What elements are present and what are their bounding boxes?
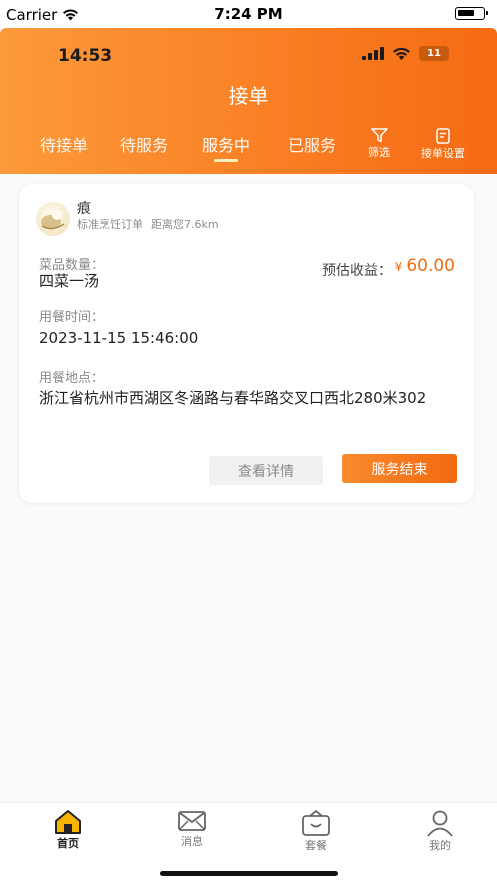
avatar xyxy=(36,202,70,236)
tabbar-packages-label: 套餐 xyxy=(305,839,327,852)
home-indicator xyxy=(159,871,338,876)
wifi-icon xyxy=(393,47,410,60)
order-settings-label: 接单设置 xyxy=(421,147,465,160)
filter-button[interactable]: 筛选 xyxy=(368,128,390,160)
order-settings-button[interactable]: 接单设置 xyxy=(421,128,465,161)
avatar-illustration xyxy=(41,210,65,230)
tabbar-packages[interactable]: 套餐 xyxy=(286,809,346,853)
filter-icon xyxy=(370,128,388,143)
tab-pending-service[interactable]: 待服务 xyxy=(120,132,168,156)
view-details-button[interactable]: 查看详情 xyxy=(209,456,323,485)
order-status-tabs: 待接单 待服务 服务中 已服务 筛选 接单设置 xyxy=(0,128,497,168)
home-icon xyxy=(55,810,81,834)
simulator-status-bar: Carrier 7:24 PM xyxy=(0,0,497,28)
tabbar-profile-label: 我的 xyxy=(429,839,451,852)
app-status-bar: 14:53 11 xyxy=(58,44,449,66)
profile-icon xyxy=(427,810,453,837)
signal-icon xyxy=(362,47,384,60)
app-battery-icon: 11 xyxy=(419,46,449,61)
tabbar-home[interactable]: 首页 xyxy=(38,809,98,851)
battery-icon xyxy=(455,7,488,20)
filter-label: 筛选 xyxy=(368,146,390,159)
currency-symbol: ¥ xyxy=(394,260,403,274)
page-title: 接单 xyxy=(228,84,269,108)
package-icon xyxy=(302,809,330,836)
header: 14:53 11 接单 待接单 待服务 服务中 已服务 筛选 接单设置 xyxy=(0,28,497,174)
address-value: 浙江省杭州市西湖区冬涵路与春华路交叉口西北280米302 xyxy=(39,389,427,407)
tab-served[interactable]: 已服务 xyxy=(288,132,336,156)
tab-active-indicator xyxy=(214,159,238,162)
simulator-time: 7:24 PM xyxy=(214,5,283,23)
tab-in-service[interactable]: 服务中 xyxy=(202,132,250,162)
finish-service-button[interactable]: 服务结束 xyxy=(342,454,457,483)
meal-time-label: 用餐时间： xyxy=(39,310,105,325)
income-amount: 60.00 xyxy=(406,256,455,276)
income-value: ¥60.00 xyxy=(395,256,455,276)
tabbar-messages-label: 消息 xyxy=(181,835,203,848)
tabbar-profile[interactable]: 我的 xyxy=(410,809,470,853)
tab-pending-accept[interactable]: 待接单 xyxy=(40,132,88,156)
tabbar-messages[interactable]: 消息 xyxy=(162,809,222,849)
dish-count-value: 四菜一汤 xyxy=(39,272,100,290)
message-icon xyxy=(178,811,206,831)
meal-time-value: 2023-11-15 15:46:00 xyxy=(39,329,199,347)
bottom-tab-bar: 首页 消息 套餐 我的 xyxy=(0,802,497,884)
order-distance: 距离您7.6km xyxy=(151,218,219,231)
tabbar-home-label: 首页 xyxy=(57,837,79,850)
settings-document-icon xyxy=(435,128,450,144)
order-meta: 标准烹饪订单 距离您7.6km xyxy=(77,216,219,232)
app-time: 14:53 xyxy=(58,46,113,66)
order-card: 痕 标准烹饪订单 距离您7.6km 菜品数量： 四菜一汤 预估收益： ¥60.0… xyxy=(19,184,474,503)
address-label: 用餐地点： xyxy=(39,371,105,386)
income-label: 预估收益： xyxy=(322,263,392,279)
order-type: 标准烹饪订单 xyxy=(77,218,143,231)
customer-name: 痕 xyxy=(77,201,91,217)
